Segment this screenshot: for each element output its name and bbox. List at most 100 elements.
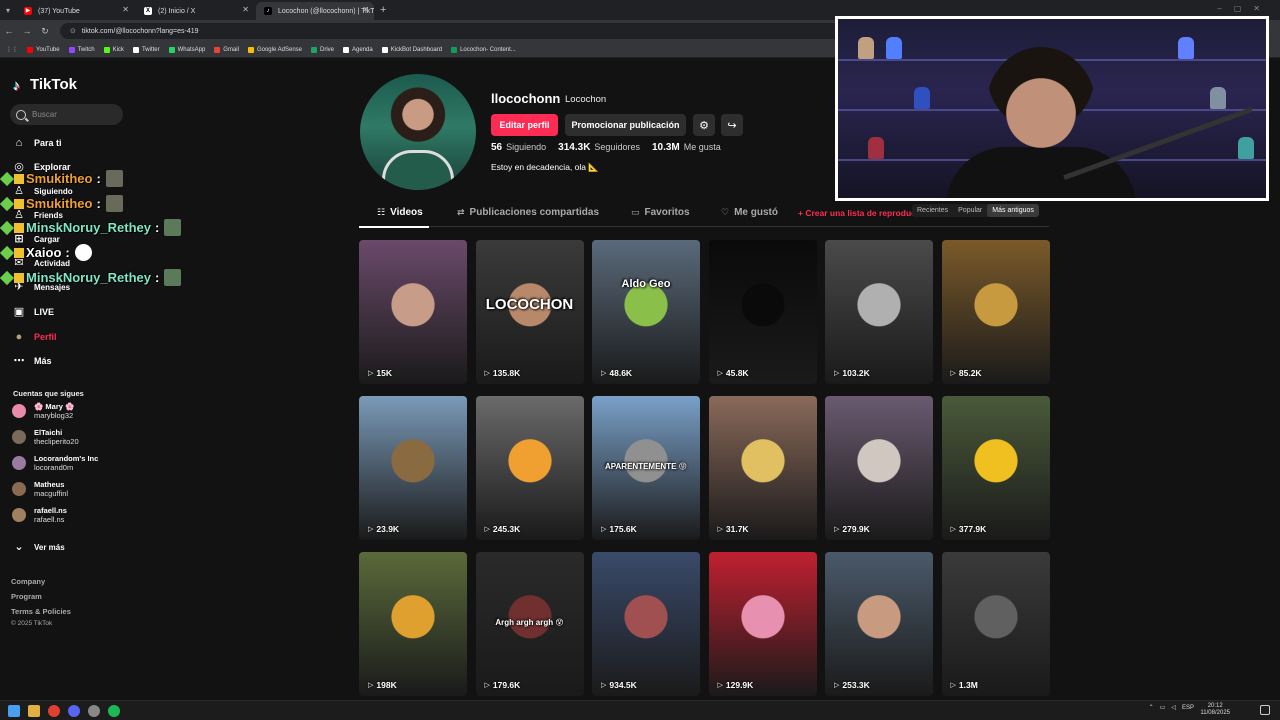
- file-explorer-icon[interactable]: [28, 704, 40, 717]
- video-thumbnail[interactable]: ▷ 15K: [359, 240, 467, 384]
- language-indicator[interactable]: ESP: [1182, 705, 1194, 711]
- browser-tab[interactable]: ♪ Locochon (@llocochonn) | TikTo ✕: [256, 2, 374, 20]
- close-tab-icon[interactable]: ✕: [362, 5, 369, 14]
- video-thumbnail[interactable]: ▷ 45.8K: [708, 240, 817, 384]
- video-thumbnail[interactable]: Aldo Geo ▷ 48.6K: [592, 240, 700, 384]
- tab-videos[interactable]: ☷ Videos: [377, 207, 423, 218]
- video-thumbnail[interactable]: ▷ 23.9K: [359, 396, 467, 540]
- following-account[interactable]: ElTaichi thecliperito20: [12, 428, 79, 446]
- play-icon: ▷: [601, 526, 607, 533]
- play-icon: ▷: [834, 526, 840, 533]
- close-tab-icon[interactable]: ✕: [242, 5, 249, 14]
- following-account[interactable]: Locorandom's Inc locorand0m: [12, 454, 98, 472]
- video-thumbnail[interactable]: ▷ 245.3K: [475, 396, 584, 540]
- footer-link[interactable]: Terms & Policies: [11, 607, 71, 616]
- discord-icon[interactable]: [68, 704, 80, 717]
- bookmark-item[interactable]: Agenda: [343, 46, 373, 53]
- window-controls[interactable]: –▢✕: [1217, 4, 1272, 13]
- sidebar-item-para-ti[interactable]: ⌂ Para ti: [12, 136, 62, 150]
- video-thumbnail[interactable]: ▷ 103.2K: [825, 240, 933, 384]
- bookmark-item[interactable]: Locochon- Content...: [451, 46, 516, 53]
- notification-icon[interactable]: [1260, 705, 1270, 715]
- video-thumbnail[interactable]: ▷ 198K: [359, 552, 467, 696]
- url-field[interactable]: ⊙ tiktok.com/@llocochonn?lang=es-419: [60, 23, 860, 39]
- stat-label: Seguidores: [594, 142, 640, 152]
- search-box[interactable]: [10, 104, 123, 125]
- volume-icon[interactable]: ◁: [1171, 704, 1176, 711]
- video-thumbnail[interactable]: ▷ 279.9K: [825, 396, 933, 540]
- apps-icon[interactable]: ⋮⋮: [6, 46, 18, 53]
- video-thumbnail[interactable]: ▷ 129.9K: [708, 552, 817, 696]
- chevron-up-icon[interactable]: ⌃: [1149, 704, 1154, 711]
- video-thumbnail[interactable]: LOCOCHON ▷ 135.8K: [475, 240, 584, 384]
- bookmark-item[interactable]: YouTube: [27, 46, 60, 53]
- view-count: ▷ 279.9K: [834, 524, 870, 534]
- reload-icon[interactable]: ↻: [36, 26, 54, 37]
- network-icon[interactable]: ▭: [1160, 704, 1166, 711]
- forward-icon[interactable]: →: [18, 26, 36, 36]
- promote-post-button[interactable]: Promocionar publicación: [565, 114, 686, 136]
- profile-avatar[interactable]: [360, 74, 476, 190]
- video-thumbnail[interactable]: ▷ 85.2K: [941, 240, 1050, 384]
- back-icon[interactable]: ←: [0, 26, 18, 36]
- browser-tab[interactable]: X (2) Inicio / X ✕: [136, 2, 254, 20]
- share-icon[interactable]: ↪: [721, 114, 743, 136]
- bookmark-item[interactable]: Twitch: [68, 46, 95, 53]
- tab-favorites[interactable]: ▭ Favoritos: [631, 207, 690, 218]
- chat-username: Xaioo: [26, 245, 62, 260]
- browser-tab[interactable]: ▶ (37) YouTube ✕: [16, 2, 134, 20]
- bookmark-item[interactable]: Kick: [103, 46, 124, 53]
- sidebar-item-live[interactable]: ▣ LIVE: [12, 305, 54, 319]
- start-icon[interactable]: [8, 704, 20, 717]
- profile-icon: ●: [15, 331, 23, 343]
- bookmark-item[interactable]: KickBot Dashboard: [381, 46, 442, 53]
- footer-link[interactable]: Program: [11, 592, 42, 601]
- video-thumbnail[interactable]: ▷ 1.3M: [941, 552, 1050, 696]
- video-thumbnail[interactable]: ▷ 934.5K: [592, 552, 700, 696]
- video-thumbnail[interactable]: ▷ 31.7K: [708, 396, 817, 540]
- stat-siguiendo[interactable]: 56 Siguiendo: [491, 142, 546, 153]
- stat-me-gusta[interactable]: 10.3M Me gusta: [652, 142, 721, 153]
- sort-popular[interactable]: Popular: [953, 204, 987, 217]
- bookmark-icon: [214, 46, 221, 53]
- video-thumbnail[interactable]: ▷ 253.3K: [825, 552, 933, 696]
- sub-badge-icon: [0, 220, 15, 235]
- spotify-icon[interactable]: [108, 704, 120, 717]
- following-account[interactable]: 🌸 Mary 🌸 maryblog32: [12, 402, 74, 420]
- new-tab-button[interactable]: +: [380, 4, 386, 16]
- following-account[interactable]: Matheus macguffinl: [12, 480, 68, 498]
- system-tray[interactable]: ⌃ ▭ ◁ ESP: [1149, 704, 1200, 712]
- sidebar-item-perfil[interactable]: ● Perfil: [12, 330, 57, 344]
- bookmark-item[interactable]: WhatsApp: [168, 46, 205, 53]
- bookmark-item[interactable]: Drive: [311, 46, 334, 53]
- following-account[interactable]: rafaell.ns rafaell.ns: [12, 506, 67, 524]
- site-info-icon[interactable]: ⊙: [70, 27, 76, 35]
- tab-search-icon[interactable]: ▾: [0, 0, 16, 20]
- bookmark-label: Locochon- Content...: [460, 46, 516, 53]
- tab-reposts[interactable]: ⇄ Publicaciones compartidas: [457, 207, 599, 218]
- video-thumbnail[interactable]: ▷ 377.9K: [941, 396, 1050, 540]
- account-handle: maryblog32: [34, 411, 74, 420]
- sort-recent[interactable]: Recientes: [912, 204, 953, 217]
- video-thumbnail[interactable]: Argh argh argh 😵 ▷ 179.6K: [475, 552, 584, 696]
- bookmark-item[interactable]: Twitter: [132, 46, 160, 53]
- search-input[interactable]: [32, 110, 112, 119]
- edit-profile-button[interactable]: Editar perfil: [491, 114, 558, 136]
- stat-seguidores[interactable]: 314.3K Seguidores: [558, 142, 640, 153]
- see-more-button[interactable]: ⌄ Ver más: [12, 540, 64, 554]
- footer-link[interactable]: Company: [11, 577, 45, 586]
- sidebar-item-más[interactable]: ⋯ Más: [12, 354, 52, 368]
- settings-gear-icon[interactable]: ⚙: [693, 114, 715, 136]
- obs-icon[interactable]: [88, 704, 100, 717]
- close-tab-icon[interactable]: ✕: [122, 5, 129, 14]
- video-thumbnail[interactable]: APARENTEMENTE 😝 ▷ 175.6K: [592, 396, 700, 540]
- bookmark-item[interactable]: Google AdSense: [247, 46, 302, 53]
- tab-liked[interactable]: ♡ Me gustó: [721, 207, 778, 218]
- sort-oldest[interactable]: Más antiguos: [987, 204, 1039, 217]
- tiktok-logo[interactable]: ♪ TikTok: [13, 76, 77, 93]
- play-icon: ▷: [950, 526, 956, 533]
- taskbar-clock[interactable]: 20:12 11/08/2025: [1200, 703, 1230, 717]
- bookmark-item[interactable]: Gmail: [214, 46, 239, 53]
- chat-username: Smukitheo: [26, 196, 93, 211]
- chrome-icon[interactable]: [48, 704, 60, 717]
